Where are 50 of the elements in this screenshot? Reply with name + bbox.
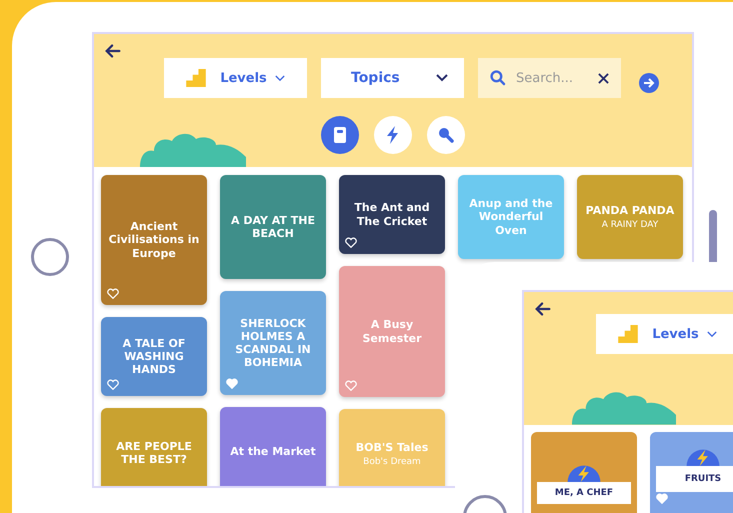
go-button[interactable] xyxy=(639,73,659,93)
stairs-icon xyxy=(618,325,638,343)
book-title: A DAY AT THE BEACH xyxy=(230,214,316,240)
book-cover[interactable]: ARE PEOPLE THE BEST? xyxy=(101,408,207,486)
book-title: At the Market xyxy=(230,445,316,459)
book-title: A Busy Semester xyxy=(362,318,422,345)
levels-dropdown[interactable]: Levels xyxy=(596,314,733,354)
back-arrow-icon[interactable] xyxy=(104,42,122,60)
book-title: A TALE OF WASHING HANDS xyxy=(122,336,186,376)
topic-card[interactable]: FRUITS xyxy=(650,432,733,513)
book-title: The Ant and The Cricket xyxy=(353,201,431,228)
home-button[interactable] xyxy=(31,238,69,276)
levels-dropdown[interactable]: Levels xyxy=(164,58,307,98)
stairs-icon xyxy=(186,69,206,87)
book-cover[interactable]: The Ant and The Cricket xyxy=(339,175,445,254)
book-cover[interactable]: Anup and the Wonderful Oven xyxy=(458,175,564,259)
lightning-tab[interactable] xyxy=(374,116,412,154)
books-tab[interactable] xyxy=(321,116,359,154)
book-title: ARE PEOPLE THE BEST? xyxy=(115,440,193,466)
clear-icon[interactable] xyxy=(598,72,609,84)
book-subtitle: A RAINY DAY xyxy=(602,220,658,230)
chevron-down-icon xyxy=(706,330,717,338)
search-icon xyxy=(490,70,506,86)
book-cover[interactable]: Ancient Civilisations in Europe xyxy=(101,175,207,305)
lightning-icon xyxy=(567,464,601,482)
book-cover[interactable]: A DAY AT THE BEACH xyxy=(220,175,326,279)
topics-dropdown[interactable]: Topics xyxy=(321,58,464,98)
search-field[interactable]: Search... xyxy=(478,58,621,98)
back-arrow-icon[interactable] xyxy=(534,300,552,318)
microphone-tab[interactable] xyxy=(427,116,465,154)
book-cover[interactable]: At the Market xyxy=(220,407,326,486)
chevron-down-icon xyxy=(274,74,285,82)
lightning-icon xyxy=(686,448,720,466)
book-title: SHERLOCK HOLMES A SCANDAL IN BOHEMIA xyxy=(234,316,312,370)
book-subtitle: Bob's Dream xyxy=(363,456,421,467)
chevron-down-icon xyxy=(436,74,448,82)
book-title: Anup and the Wonderful Oven xyxy=(468,197,554,237)
topic-title: ME, A CHEF xyxy=(537,482,631,504)
microphone-icon xyxy=(436,125,456,145)
book-title: BOB'S Tales xyxy=(356,441,428,455)
book-cover[interactable]: SHERLOCK HOLMES A SCANDAL IN BOHEMIA xyxy=(220,291,326,395)
book-cover[interactable]: PANDA PANDA A RAINY DAY xyxy=(577,175,683,259)
book-title: PANDA PANDA xyxy=(586,204,674,218)
book-title: Ancient Civilisations in Europe xyxy=(108,220,200,260)
topic-title: FRUITS xyxy=(656,466,733,492)
book-cover[interactable]: A Busy Semester xyxy=(339,266,445,397)
search-input[interactable]: Search... xyxy=(514,70,590,86)
book-cover[interactable]: A TALE OF WASHING HANDS xyxy=(101,317,207,396)
topic-card[interactable]: ME, A CHEF xyxy=(531,432,637,513)
heart-icon[interactable] xyxy=(345,237,357,248)
